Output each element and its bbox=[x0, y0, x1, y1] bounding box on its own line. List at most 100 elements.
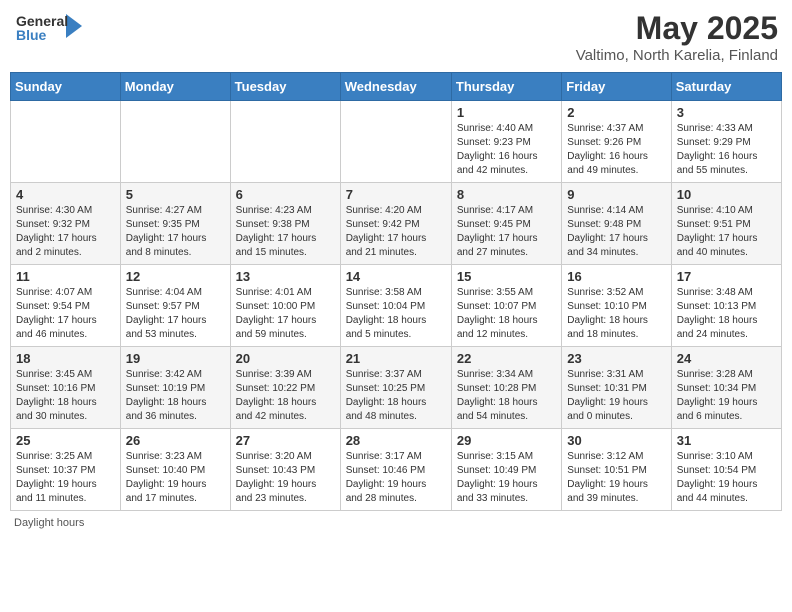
day-cell bbox=[120, 101, 230, 183]
calendar-table: SundayMondayTuesdayWednesdayThursdayFrid… bbox=[10, 72, 782, 511]
day-info: Sunrise: 3:48 AM Sunset: 10:13 PM Daylig… bbox=[677, 286, 776, 342]
day-cell: 15 Sunrise: 3:55 AM Sunset: 10:07 PM Dayl… bbox=[451, 265, 561, 347]
day-cell: 2Sunrise: 4:37 AM Sunset: 9:26 PM Daylig… bbox=[562, 101, 671, 183]
day-info: Sunrise: 4:20 AM Sunset: 9:42 PM Dayligh… bbox=[346, 204, 446, 260]
day-number: 5 bbox=[126, 187, 225, 202]
day-info: Sunrise: 4:40 AM Sunset: 9:23 PM Dayligh… bbox=[457, 122, 556, 178]
day-info: Sunrise: 3:37 AM Sunset: 10:25 PM Daylig… bbox=[346, 368, 446, 424]
day-number: 18 bbox=[16, 351, 115, 366]
day-info: Sunrise: 4:04 AM Sunset: 9:57 PM Dayligh… bbox=[126, 286, 225, 342]
day-number: 8 bbox=[457, 187, 556, 202]
col-header-tuesday: Tuesday bbox=[230, 73, 340, 101]
day-info: Sunrise: 4:33 AM Sunset: 9:29 PM Dayligh… bbox=[677, 122, 776, 178]
day-number: 20 bbox=[236, 351, 335, 366]
day-cell: 12 Sunrise: 4:04 AM Sunset: 9:57 PM Dayli… bbox=[120, 265, 230, 347]
day-number: 7 bbox=[346, 187, 446, 202]
day-cell: 21 Sunrise: 3:37 AM Sunset: 10:25 PM Dayl… bbox=[340, 347, 451, 429]
day-number: 2 bbox=[567, 105, 665, 120]
day-cell: 30 Sunrise: 3:12 AM Sunset: 10:51 PM Dayl… bbox=[562, 429, 671, 511]
day-number: 24 bbox=[677, 351, 776, 366]
day-number: 29 bbox=[457, 433, 556, 448]
day-number: 4 bbox=[16, 187, 115, 202]
day-cell: 5 Sunrise: 4:27 AM Sunset: 9:35 PM Daylig… bbox=[120, 183, 230, 265]
day-cell: 28Sunrise: 3:17 AM Sunset: 10:46 PM Dayl… bbox=[340, 429, 451, 511]
day-number: 30 bbox=[567, 433, 665, 448]
day-number: 23 bbox=[567, 351, 665, 366]
day-number: 12 bbox=[126, 269, 225, 284]
day-cell bbox=[230, 101, 340, 183]
logo: GeneralBlue bbox=[14, 10, 84, 46]
day-number: 27 bbox=[236, 433, 335, 448]
day-cell: 25 Sunrise: 3:25 AM Sunset: 10:37 PM Dayl… bbox=[11, 429, 121, 511]
day-info: Sunrise: 4:14 AM Sunset: 9:48 PM Dayligh… bbox=[567, 204, 665, 260]
day-cell: 14 Sunrise: 3:58 AM Sunset: 10:04 PM Dayl… bbox=[340, 265, 451, 347]
col-header-sunday: Sunday bbox=[11, 73, 121, 101]
day-number: 1 bbox=[457, 105, 556, 120]
day-cell: 1 Sunrise: 4:40 AM Sunset: 9:23 PM Daylig… bbox=[451, 101, 561, 183]
day-number: 25 bbox=[16, 433, 115, 448]
logo-svg: GeneralBlue bbox=[14, 10, 84, 46]
day-info: Sunrise: 3:52 AM Sunset: 10:10 PM Daylig… bbox=[567, 286, 665, 342]
day-cell: 18 Sunrise: 3:45 AM Sunset: 10:16 PM Dayl… bbox=[11, 347, 121, 429]
day-cell: 3Sunrise: 4:33 AM Sunset: 9:29 PM Daylig… bbox=[671, 101, 781, 183]
day-info: Sunrise: 3:25 AM Sunset: 10:37 PM Daylig… bbox=[16, 450, 115, 506]
day-cell: 27 Sunrise: 3:20 AM Sunset: 10:43 PM Dayl… bbox=[230, 429, 340, 511]
location-title: Valtimo, North Karelia, Finland bbox=[576, 47, 778, 64]
day-number: 22 bbox=[457, 351, 556, 366]
day-info: Sunrise: 3:23 AM Sunset: 10:40 PM Daylig… bbox=[126, 450, 225, 506]
day-number: 6 bbox=[236, 187, 335, 202]
day-number: 16 bbox=[567, 269, 665, 284]
col-header-wednesday: Wednesday bbox=[340, 73, 451, 101]
day-info: Sunrise: 4:23 AM Sunset: 9:38 PM Dayligh… bbox=[236, 204, 335, 260]
day-number: 26 bbox=[126, 433, 225, 448]
day-cell: 24Sunrise: 3:28 AM Sunset: 10:34 PM Dayl… bbox=[671, 347, 781, 429]
day-cell: 8 Sunrise: 4:17 AM Sunset: 9:45 PM Daylig… bbox=[451, 183, 561, 265]
page-header: GeneralBlue May 2025 Valtimo, North Kare… bbox=[10, 10, 782, 64]
day-number: 19 bbox=[126, 351, 225, 366]
day-cell: 7 Sunrise: 4:20 AM Sunset: 9:42 PM Daylig… bbox=[340, 183, 451, 265]
day-number: 21 bbox=[346, 351, 446, 366]
day-info: Sunrise: 3:45 AM Sunset: 10:16 PM Daylig… bbox=[16, 368, 115, 424]
day-info: Sunrise: 3:31 AM Sunset: 10:31 PM Daylig… bbox=[567, 368, 665, 424]
day-number: 9 bbox=[567, 187, 665, 202]
day-info: Sunrise: 4:01 AM Sunset: 10:00 PM Daylig… bbox=[236, 286, 335, 342]
day-info: Sunrise: 3:58 AM Sunset: 10:04 PM Daylig… bbox=[346, 286, 446, 342]
day-info: Sunrise: 4:10 AM Sunset: 9:51 PM Dayligh… bbox=[677, 204, 776, 260]
day-number: 28 bbox=[346, 433, 446, 448]
footer-note: Daylight hours bbox=[10, 517, 782, 529]
day-info: Sunrise: 3:10 AM Sunset: 10:54 PM Daylig… bbox=[677, 450, 776, 506]
day-info: Sunrise: 4:27 AM Sunset: 9:35 PM Dayligh… bbox=[126, 204, 225, 260]
day-cell: 10 Sunrise: 4:10 AM Sunset: 9:51 PM Dayli… bbox=[671, 183, 781, 265]
day-cell: 17 Sunrise: 3:48 AM Sunset: 10:13 PM Dayl… bbox=[671, 265, 781, 347]
svg-text:Blue: Blue bbox=[16, 27, 47, 43]
calendar-header-row: SundayMondayTuesdayWednesdayThursdayFrid… bbox=[11, 73, 782, 101]
day-number: 15 bbox=[457, 269, 556, 284]
week-row-2: 4Sunrise: 4:30 AM Sunset: 9:32 PM Daylig… bbox=[11, 183, 782, 265]
col-header-saturday: Saturday bbox=[671, 73, 781, 101]
day-info: Sunrise: 3:42 AM Sunset: 10:19 PM Daylig… bbox=[126, 368, 225, 424]
day-number: 14 bbox=[346, 269, 446, 284]
day-info: Sunrise: 3:20 AM Sunset: 10:43 PM Daylig… bbox=[236, 450, 335, 506]
day-cell: 19 Sunrise: 3:42 AM Sunset: 10:19 PM Dayl… bbox=[120, 347, 230, 429]
day-info: Sunrise: 3:12 AM Sunset: 10:51 PM Daylig… bbox=[567, 450, 665, 506]
day-number: 13 bbox=[236, 269, 335, 284]
day-cell: 31Sunrise: 3:10 AM Sunset: 10:54 PM Dayl… bbox=[671, 429, 781, 511]
col-header-friday: Friday bbox=[562, 73, 671, 101]
day-number: 17 bbox=[677, 269, 776, 284]
col-header-thursday: Thursday bbox=[451, 73, 561, 101]
week-row-5: 25 Sunrise: 3:25 AM Sunset: 10:37 PM Dayl… bbox=[11, 429, 782, 511]
day-info: Sunrise: 3:15 AM Sunset: 10:49 PM Daylig… bbox=[457, 450, 556, 506]
day-number: 11 bbox=[16, 269, 115, 284]
day-cell: 22Sunrise: 3:34 AM Sunset: 10:28 PM Dayl… bbox=[451, 347, 561, 429]
day-info: Sunrise: 3:55 AM Sunset: 10:07 PM Daylig… bbox=[457, 286, 556, 342]
week-row-4: 18 Sunrise: 3:45 AM Sunset: 10:16 PM Dayl… bbox=[11, 347, 782, 429]
col-header-monday: Monday bbox=[120, 73, 230, 101]
day-cell: 9 Sunrise: 4:14 AM Sunset: 9:48 PM Daylig… bbox=[562, 183, 671, 265]
day-cell: 29 Sunrise: 3:15 AM Sunset: 10:49 PM Dayl… bbox=[451, 429, 561, 511]
daylight-note: Daylight hours bbox=[14, 517, 84, 529]
month-title: May 2025 bbox=[576, 10, 778, 47]
day-info: Sunrise: 4:17 AM Sunset: 9:45 PM Dayligh… bbox=[457, 204, 556, 260]
day-number: 10 bbox=[677, 187, 776, 202]
week-row-3: 11Sunrise: 4:07 AM Sunset: 9:54 PM Dayli… bbox=[11, 265, 782, 347]
day-cell: 23 Sunrise: 3:31 AM Sunset: 10:31 PM Dayl… bbox=[562, 347, 671, 429]
